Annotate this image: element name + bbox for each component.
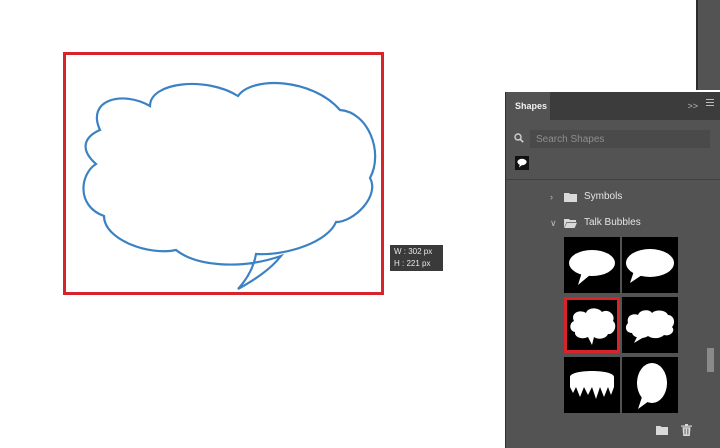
height-readout: H : 221 px (394, 259, 431, 268)
shapes-panel: Shapes >> › Symbols ∨ Talk Bubbles (505, 92, 720, 448)
wide-oval-speech-bubble-icon (626, 249, 674, 283)
tall-oval-speech-bubble-icon (637, 363, 667, 409)
shape-thumb-dripping-bubble[interactable] (564, 357, 620, 413)
search-row (514, 130, 710, 148)
chevron-down-icon[interactable]: ∨ (550, 213, 557, 233)
new-group-folder-icon[interactable] (656, 425, 668, 435)
oval-speech-bubble-icon (569, 250, 615, 285)
workspace-background (698, 0, 720, 90)
dimensions-tooltip: W : 302 px H : 221 px (390, 245, 443, 271)
panel-menu-icon[interactable] (706, 99, 714, 111)
group-label: Talk Bubbles (584, 217, 641, 228)
cloud-speech-bubble-shape[interactable] (80, 80, 380, 295)
dripping-speech-bubble-icon (570, 371, 614, 399)
group-symbols[interactable]: › Symbols (550, 187, 700, 207)
width-readout: W : 302 px (394, 247, 433, 256)
shape-thumb-oval-bubble[interactable] (564, 237, 620, 293)
folder-icon (564, 193, 577, 202)
speech-bubble-preview-icon[interactable] (515, 156, 529, 170)
collapse-panel-icon[interactable]: >> (687, 101, 698, 111)
open-folder-icon (564, 219, 577, 228)
scrollbar-thumb[interactable] (707, 348, 714, 372)
shape-thumb-tall-oval-bubble[interactable] (622, 357, 678, 413)
search-shapes-input[interactable] (530, 130, 710, 148)
shape-thumb-puffy-bubble[interactable] (622, 297, 678, 353)
chevron-right-icon[interactable]: › (550, 187, 553, 207)
panel-header: Shapes >> (506, 92, 720, 120)
shape-thumb-wide-oval-bubble[interactable] (622, 237, 678, 293)
group-talk-bubbles[interactable]: ∨ Talk Bubbles (550, 213, 700, 233)
search-icon (514, 133, 524, 143)
puffy-speech-bubble-icon (625, 310, 675, 343)
group-label: Symbols (584, 191, 623, 202)
tab-shapes[interactable]: Shapes (506, 92, 550, 120)
shapes-grid (564, 237, 678, 417)
shape-thumb-cloud-bubble[interactable] (564, 297, 620, 353)
divider (506, 179, 720, 180)
trash-icon[interactable] (681, 424, 692, 436)
cloud-speech-bubble-icon (570, 308, 616, 345)
